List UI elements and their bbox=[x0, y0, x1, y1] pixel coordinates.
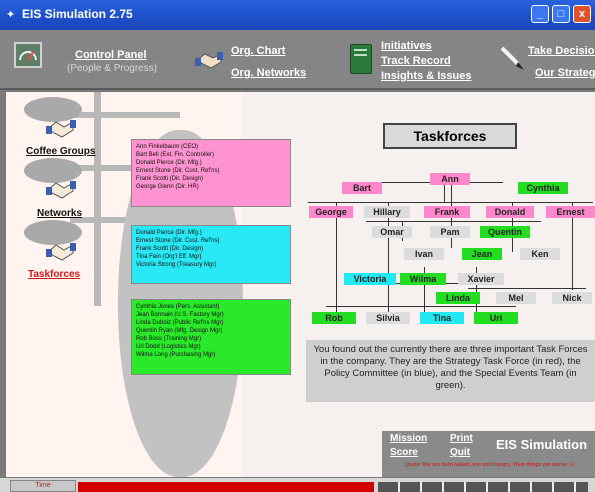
our-strategy-link[interactable]: Our Strategy bbox=[535, 67, 595, 79]
main-area: Coffee Groups Networks Taskforces Ann Fi… bbox=[6, 92, 595, 477]
node-silvia: Silvia bbox=[366, 312, 410, 324]
member: Ernest Stone (Dir. Cust. Ref'ns) bbox=[136, 168, 220, 174]
handshake-icon bbox=[195, 48, 223, 70]
control-panel-link[interactable]: Control Panel bbox=[75, 49, 147, 61]
time-progress-bar bbox=[78, 482, 374, 492]
track-record-link[interactable]: Track Record bbox=[381, 55, 451, 67]
node-xavier: Xavier bbox=[458, 273, 504, 285]
app-icon: ✦ bbox=[6, 9, 16, 21]
node-nick: Nick bbox=[552, 292, 592, 304]
time-tab[interactable]: Time bbox=[10, 480, 76, 492]
node-donald: Donald bbox=[486, 206, 534, 218]
taskforce-message: You found out the currently there are th… bbox=[306, 340, 595, 402]
insights-issues-link[interactable]: Insights & Issues bbox=[381, 70, 471, 82]
minimize-button[interactable]: _ bbox=[531, 5, 549, 23]
node-ken: Ken bbox=[520, 248, 560, 260]
member: Bart Bell (Ext. Fin. Controller) bbox=[136, 152, 215, 158]
segment-bar bbox=[378, 482, 588, 492]
coffee-groups-link[interactable]: Coffee Groups bbox=[26, 146, 95, 157]
initiatives-link[interactable]: Initiatives bbox=[381, 40, 432, 52]
gauge-icon[interactable] bbox=[14, 42, 42, 68]
toolbar: Control Panel (People & Progress) Org. C… bbox=[0, 30, 595, 90]
member: Wilma Long (Purchasing Mgr) bbox=[136, 352, 216, 358]
status-bar: Time bbox=[0, 478, 595, 492]
diagram-title: Taskforces bbox=[383, 123, 517, 149]
node-jean: Jean bbox=[462, 248, 502, 260]
title-bar: ✦ EIS Simulation 2.75 _ □ x bbox=[0, 0, 595, 30]
brand-logo: EIS Simulation bbox=[496, 437, 588, 452]
member: Donald Pierce (Dir. Mfg.) bbox=[136, 160, 202, 166]
time-label: Time bbox=[35, 482, 51, 489]
node-frank: Frank bbox=[424, 206, 470, 218]
node-wilma: Wilma bbox=[400, 273, 446, 285]
member: Ann Finkelbaum (CEO) bbox=[136, 144, 199, 150]
special-events-box: Cynthia Jones (Pers. Assistant) Jean Bon… bbox=[131, 299, 291, 375]
pen-icon bbox=[498, 44, 526, 72]
book-icon bbox=[350, 44, 372, 74]
node-george: George bbox=[309, 206, 353, 218]
control-panel-subtitle: (People & Progress) bbox=[67, 63, 158, 74]
maximize-button[interactable]: □ bbox=[552, 5, 570, 23]
node-rob: Rob bbox=[312, 312, 356, 324]
networks-link[interactable]: Networks bbox=[37, 208, 82, 219]
member: Quentin Ryan (Mfg. Design Mgr) bbox=[136, 328, 223, 334]
tree-branch bbox=[70, 112, 180, 118]
strategy-taskforce-box: Ann Finkelbaum (CEO) Bart Bell (Ext. Fin… bbox=[131, 139, 291, 207]
member: Rob Boss (Training Mgr) bbox=[136, 336, 202, 342]
member: Tina Fein (Org'l Eff. Mgr) bbox=[136, 254, 202, 260]
member: Donald Pierce (Dir. Mfg.) bbox=[136, 230, 202, 236]
node-victoria: Victoria bbox=[344, 273, 396, 285]
member: Victoria Strong (Treasury Mgr) bbox=[136, 262, 217, 268]
score-link[interactable]: Score bbox=[390, 447, 418, 458]
member: Ernest Stone (Dir. Cust. Ref'ns) bbox=[136, 238, 220, 244]
member: Frank Scotti (Dir. Design) bbox=[136, 246, 204, 252]
node-bart: Bart bbox=[342, 182, 382, 194]
connector bbox=[326, 306, 516, 307]
node-ernest: Ernest bbox=[546, 206, 595, 218]
close-button[interactable]: x bbox=[573, 5, 591, 23]
coffee-groups-icon bbox=[46, 117, 76, 139]
node-omar: Omar bbox=[372, 226, 412, 238]
member: Uri Dodd (Logistics Mgr) bbox=[136, 344, 201, 350]
print-link[interactable]: Print bbox=[450, 433, 473, 444]
node-linda: Linda bbox=[436, 292, 480, 304]
member: Cynthia Jones (Pers. Assistant) bbox=[136, 304, 220, 310]
tree-trunk bbox=[94, 92, 101, 306]
take-decision-link[interactable]: Take Decision bbox=[528, 45, 595, 57]
node-tina: Tina bbox=[420, 312, 464, 324]
node-uri: Uri bbox=[474, 312, 518, 324]
footer-panel: Mission Score Print Quit EIS Simulation … bbox=[382, 431, 595, 477]
taskforces-link[interactable]: Taskforces bbox=[28, 269, 80, 280]
member: Jean Bonnain (U.S. Factory Mgr) bbox=[136, 312, 224, 318]
member: Frank Scotti (Dir. Design) bbox=[136, 176, 204, 182]
node-ivan: Ivan bbox=[404, 248, 444, 260]
quit-link[interactable]: Quit bbox=[450, 447, 470, 458]
node-cynthia: Cynthia bbox=[518, 182, 568, 194]
connector bbox=[366, 221, 541, 222]
node-ann: Ann bbox=[430, 173, 470, 185]
taskforces-icon bbox=[46, 240, 76, 262]
mission-link[interactable]: Mission bbox=[390, 433, 427, 444]
org-chart-link[interactable]: Org. Chart bbox=[231, 45, 285, 57]
node-hillary: Hillary bbox=[364, 206, 410, 218]
member: George Glenn (Dir. HR) bbox=[136, 184, 199, 190]
node-mel: Mel bbox=[496, 292, 536, 304]
node-quentin: Quentin bbox=[480, 226, 530, 238]
connector bbox=[336, 202, 337, 319]
window-title: EIS Simulation 2.75 bbox=[22, 7, 133, 21]
connector bbox=[468, 288, 586, 289]
node-pam: Pam bbox=[430, 226, 470, 238]
connector bbox=[388, 202, 389, 319]
quote-text: Quote: We are born naked, wet and hungry… bbox=[404, 462, 574, 468]
org-networks-link[interactable]: Org. Networks bbox=[231, 67, 306, 79]
networks-icon bbox=[46, 178, 76, 200]
member: Linda Duboiz (Public Ref'ns Mgr) bbox=[136, 320, 224, 326]
policy-committee-box: Donald Pierce (Dir. Mfg.) Ernest Stone (… bbox=[131, 225, 291, 284]
connector bbox=[444, 182, 445, 202]
